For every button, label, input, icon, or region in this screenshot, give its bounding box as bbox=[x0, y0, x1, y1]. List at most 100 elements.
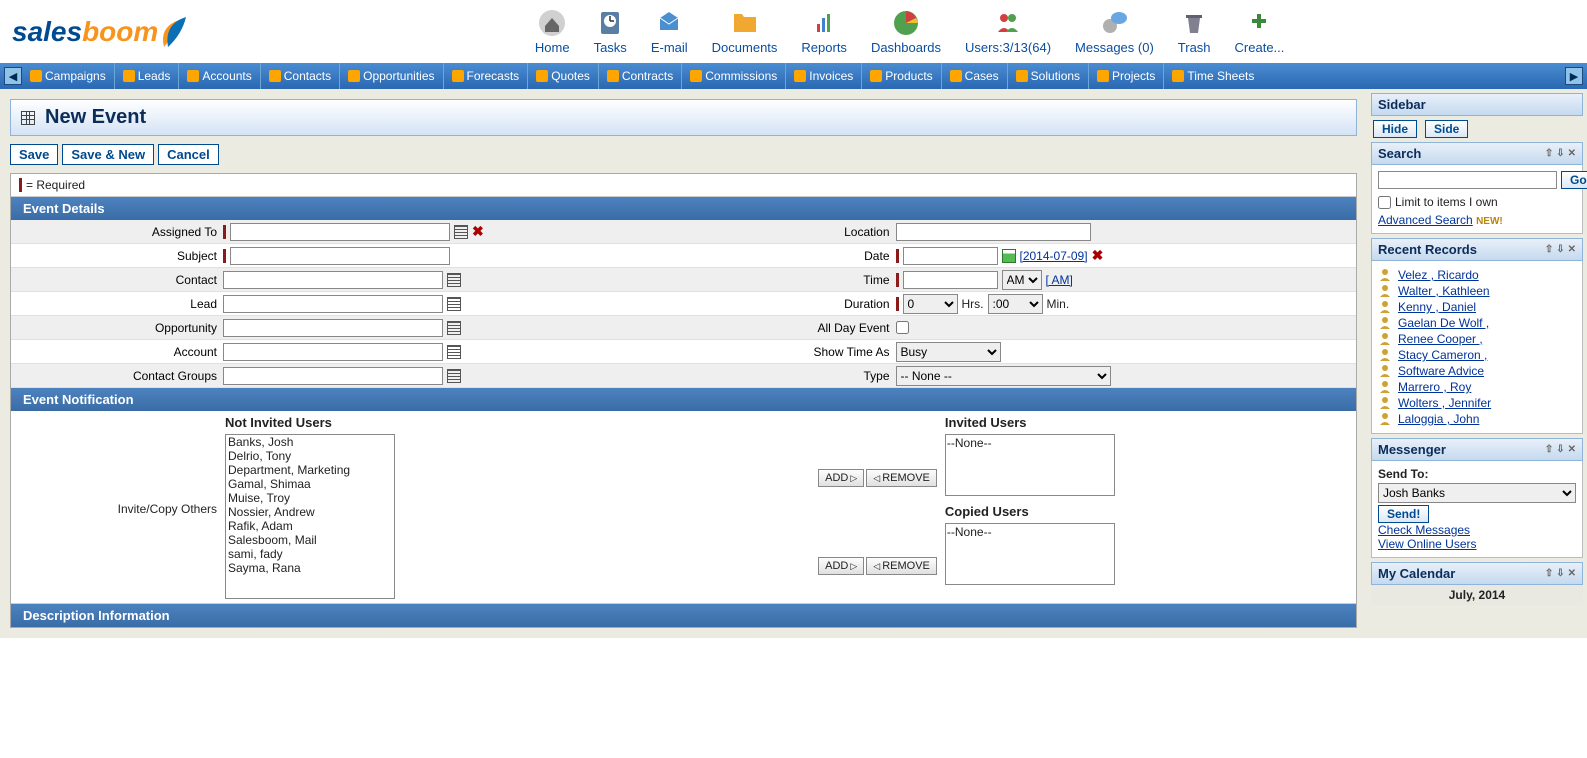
recent-record-link[interactable]: Software Advice bbox=[1398, 364, 1484, 378]
toolbar-messages[interactable]: Messages (0) bbox=[1075, 8, 1154, 55]
limit-items-checkbox[interactable] bbox=[1378, 196, 1391, 209]
list-item[interactable]: Salesboom, Mail bbox=[226, 533, 394, 547]
add-copied-button[interactable]: ADD bbox=[818, 557, 864, 575]
list-item[interactable]: Nossier, Andrew bbox=[226, 505, 394, 519]
time-input[interactable] bbox=[903, 271, 998, 289]
panel-up-icon[interactable]: ⇧ bbox=[1545, 568, 1553, 579]
recent-record-link[interactable]: Renee Cooper , bbox=[1398, 332, 1483, 346]
list-item[interactable]: Sayma, Rana bbox=[226, 561, 394, 575]
list-item[interactable]: Department, Marketing bbox=[226, 463, 394, 477]
view-online-users-link[interactable]: View Online Users bbox=[1378, 537, 1476, 551]
lookup-icon[interactable] bbox=[447, 297, 461, 311]
panel-down-icon[interactable]: ⇩ bbox=[1556, 244, 1564, 255]
list-item[interactable]: Muise, Troy bbox=[226, 491, 394, 505]
panel-close-icon[interactable]: ✕ bbox=[1568, 568, 1576, 579]
location-input[interactable] bbox=[896, 223, 1091, 241]
clear-icon[interactable]: ✖ bbox=[472, 223, 484, 240]
assigned-to-input[interactable] bbox=[230, 223, 450, 241]
panel-close-icon[interactable]: ✕ bbox=[1568, 444, 1576, 455]
panel-close-icon[interactable]: ✕ bbox=[1568, 148, 1576, 159]
panel-up-icon[interactable]: ⇧ bbox=[1545, 244, 1553, 255]
contact-input[interactable] bbox=[223, 271, 443, 289]
tab-quotes[interactable]: Quotes bbox=[527, 63, 598, 89]
invited-listbox[interactable]: --None-- bbox=[945, 434, 1115, 496]
check-messages-link[interactable]: Check Messages bbox=[1378, 523, 1470, 537]
tab-products[interactable]: Products bbox=[861, 63, 940, 89]
tab-contacts[interactable]: Contacts bbox=[260, 63, 339, 89]
recent-record-link[interactable]: Marrero , Roy bbox=[1398, 380, 1471, 394]
send-button[interactable]: Send! bbox=[1378, 505, 1429, 523]
tab-solutions[interactable]: Solutions bbox=[1007, 63, 1088, 89]
list-item[interactable]: --None-- bbox=[947, 436, 1113, 450]
recent-record-link[interactable]: Velez , Ricardo bbox=[1398, 268, 1479, 282]
sidebar-side-button[interactable]: Side bbox=[1425, 120, 1468, 138]
save-button[interactable]: Save bbox=[10, 144, 58, 165]
panel-down-icon[interactable]: ⇩ bbox=[1556, 148, 1564, 159]
toolbar-create[interactable]: Create... bbox=[1235, 8, 1285, 55]
tab-time-sheets[interactable]: Time Sheets bbox=[1163, 63, 1262, 89]
recent-record-link[interactable]: Kenny , Daniel bbox=[1398, 300, 1476, 314]
tab-invoices[interactable]: Invoices bbox=[785, 63, 861, 89]
tab-accounts[interactable]: Accounts bbox=[178, 63, 259, 89]
sidebar-search-input[interactable] bbox=[1378, 171, 1557, 189]
copied-listbox[interactable]: --None-- bbox=[945, 523, 1115, 585]
toolbar-tasks[interactable]: Tasks bbox=[594, 8, 627, 55]
date-input[interactable] bbox=[903, 247, 998, 265]
list-item[interactable]: Rafik, Adam bbox=[226, 519, 394, 533]
tab-projects[interactable]: Projects bbox=[1088, 63, 1163, 89]
save-new-button[interactable]: Save & New bbox=[62, 144, 154, 165]
toolbar-home[interactable]: Home bbox=[535, 8, 570, 55]
list-item[interactable]: Gamal, Shimaa bbox=[226, 477, 394, 491]
panel-up-icon[interactable]: ⇧ bbox=[1545, 148, 1553, 159]
opportunity-input[interactable] bbox=[223, 319, 443, 337]
cancel-button[interactable]: Cancel bbox=[158, 144, 219, 165]
tab-commissions[interactable]: Commissions bbox=[681, 63, 785, 89]
recent-record-link[interactable]: Gaelan De Wolf , bbox=[1398, 316, 1489, 330]
list-item[interactable]: Banks, Josh bbox=[226, 435, 394, 449]
recent-record-link[interactable]: Laloggia , John bbox=[1398, 412, 1479, 426]
type-select[interactable]: -- None -- bbox=[896, 366, 1111, 386]
duration-hours-select[interactable]: 0 bbox=[903, 294, 958, 314]
panel-close-icon[interactable]: ✕ bbox=[1568, 244, 1576, 255]
remove-invited-button[interactable]: REMOVE bbox=[866, 469, 937, 487]
duration-mins-select[interactable]: :00 bbox=[988, 294, 1043, 314]
panel-down-icon[interactable]: ⇩ bbox=[1556, 444, 1564, 455]
advanced-search-link[interactable]: Advanced Search bbox=[1378, 213, 1473, 227]
clear-icon[interactable]: ✖ bbox=[1092, 247, 1104, 264]
toolbar-trash[interactable]: Trash bbox=[1178, 8, 1211, 55]
not-invited-listbox[interactable]: Banks, JoshDelrio, TonyDepartment, Marke… bbox=[225, 434, 395, 599]
recent-record-link[interactable]: Walter , Kathleen bbox=[1398, 284, 1490, 298]
list-item[interactable]: Delrio, Tony bbox=[226, 449, 394, 463]
time-now-link[interactable]: [ AM] bbox=[1046, 273, 1073, 287]
show-time-as-select[interactable]: Busy bbox=[896, 342, 1001, 362]
panel-up-icon[interactable]: ⇧ bbox=[1545, 444, 1553, 455]
date-today-link[interactable]: [2014-07-09] bbox=[1020, 249, 1088, 263]
account-input[interactable] bbox=[223, 343, 443, 361]
send-to-select[interactable]: Josh Banks bbox=[1378, 483, 1576, 503]
remove-copied-button[interactable]: REMOVE bbox=[866, 557, 937, 575]
recent-record-link[interactable]: Stacy Cameron , bbox=[1398, 348, 1487, 362]
lookup-icon[interactable] bbox=[447, 345, 461, 359]
lookup-icon[interactable] bbox=[447, 369, 461, 383]
tab-forecasts[interactable]: Forecasts bbox=[443, 63, 528, 89]
toolbar-dashboards[interactable]: Dashboards bbox=[871, 8, 941, 55]
lookup-icon[interactable] bbox=[454, 225, 468, 239]
list-item[interactable]: --None-- bbox=[947, 525, 1113, 539]
panel-down-icon[interactable]: ⇩ bbox=[1556, 568, 1564, 579]
list-item[interactable]: sami, fady bbox=[226, 547, 394, 561]
sidebar-go-button[interactable]: Go bbox=[1561, 171, 1587, 189]
lead-input[interactable] bbox=[223, 295, 443, 313]
calendar-icon[interactable] bbox=[1002, 249, 1016, 263]
toolbar-documents[interactable]: Documents bbox=[712, 8, 778, 55]
tab-campaigns[interactable]: Campaigns bbox=[22, 63, 114, 89]
nav-scroll-right[interactable]: ▶ bbox=[1565, 67, 1583, 85]
tab-cases[interactable]: Cases bbox=[941, 63, 1007, 89]
all-day-checkbox[interactable] bbox=[896, 321, 909, 334]
sidebar-hide-button[interactable]: Hide bbox=[1373, 120, 1417, 138]
tab-contracts[interactable]: Contracts bbox=[598, 63, 681, 89]
tab-opportunities[interactable]: Opportunities bbox=[339, 63, 442, 89]
toolbar-email[interactable]: E-mail bbox=[651, 8, 688, 55]
lookup-icon[interactable] bbox=[447, 273, 461, 287]
tab-leads[interactable]: Leads bbox=[114, 63, 179, 89]
toolbar-reports[interactable]: Reports bbox=[801, 8, 847, 55]
